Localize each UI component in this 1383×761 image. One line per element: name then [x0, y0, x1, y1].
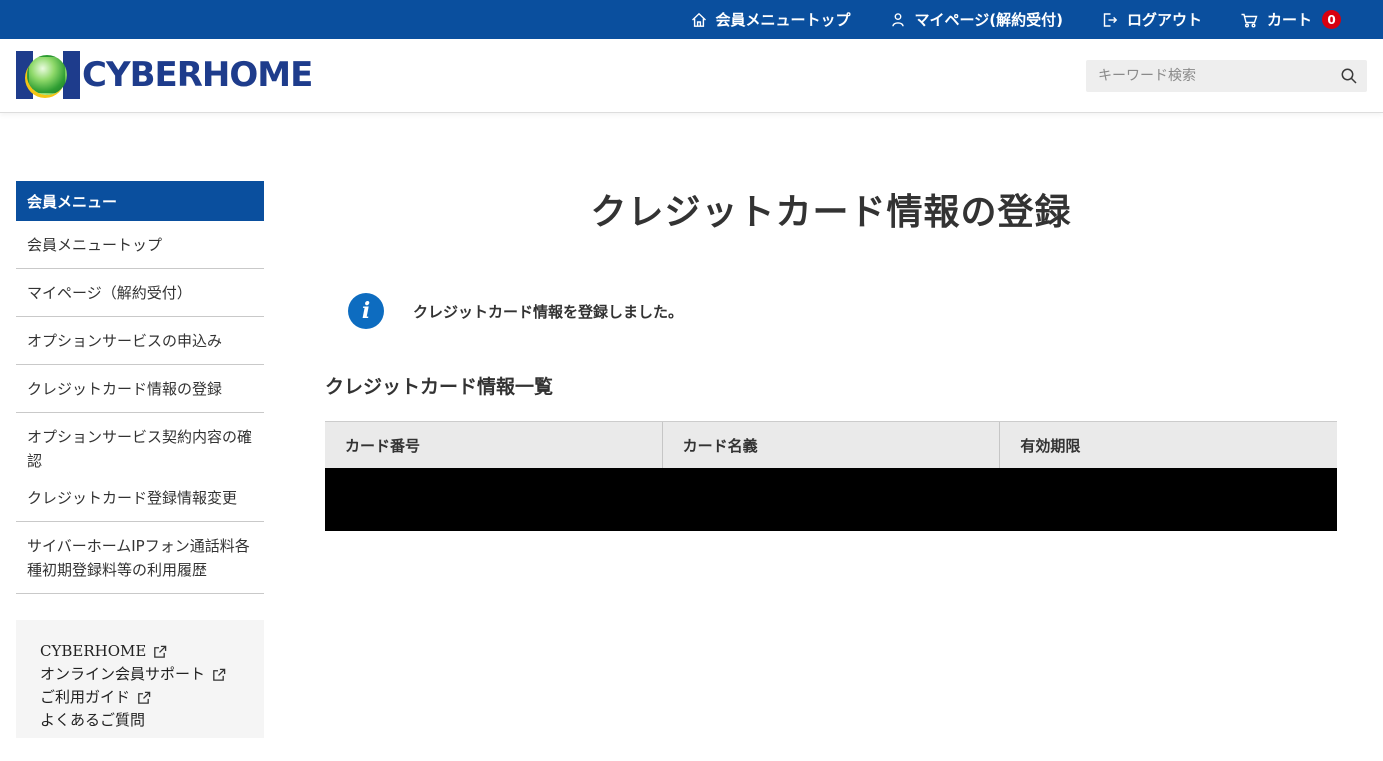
- logo-mark-icon: [16, 51, 80, 99]
- search-button[interactable]: [1331, 60, 1367, 92]
- column-header-card-holder: カード名義: [662, 422, 1000, 468]
- logout-icon: [1101, 11, 1119, 29]
- link-online-member-support[interactable]: オンライン会員サポート: [40, 663, 264, 686]
- credit-card-table: カード番号 カード名義 有効期限: [325, 421, 1337, 531]
- sidebar-item-credit-card-change[interactable]: クレジットカード登録情報変更: [16, 474, 264, 522]
- nav-label: マイページ(解約受付): [915, 9, 1063, 30]
- main-content: クレジットカード情報の登録 i クレジットカード情報を登録しました。 クレジット…: [325, 160, 1337, 531]
- notice-text: クレジットカード情報を登録しました。: [413, 301, 683, 322]
- sidebar-item-credit-card-register[interactable]: クレジットカード情報の登録: [16, 365, 264, 413]
- link-user-guide[interactable]: ご利用ガイド: [40, 686, 264, 709]
- nav-cart[interactable]: カート 0: [1240, 9, 1341, 30]
- redacted-table-row: [325, 468, 1337, 531]
- site-header: CYBERHOME: [0, 39, 1383, 113]
- nav-logout[interactable]: ログアウト: [1101, 9, 1202, 30]
- info-icon: i: [348, 293, 384, 329]
- cyberhome-logo[interactable]: CYBERHOME: [16, 51, 312, 99]
- nav-my-page[interactable]: マイページ(解約受付): [889, 9, 1063, 30]
- column-header-card-number: カード番号: [325, 422, 662, 468]
- search-input[interactable]: [1086, 60, 1331, 92]
- logo-text: CYBERHOME: [82, 55, 312, 95]
- sidebar-item-option-service-apply[interactable]: オプションサービスの申込み: [16, 317, 264, 365]
- keyword-search-box: [1086, 60, 1367, 92]
- link-label: オンライン会員サポート: [40, 663, 205, 686]
- external-link-icon: [152, 644, 167, 659]
- nav-member-menu-top[interactable]: 会員メニュートップ: [690, 9, 851, 30]
- link-label: よくあるご質問: [40, 709, 145, 732]
- nav-label: ログアウト: [1127, 9, 1202, 30]
- nav-label: カート: [1267, 9, 1312, 30]
- link-cyberhome[interactable]: CYBERHOME: [40, 640, 264, 663]
- home-icon: [690, 11, 708, 29]
- link-label: CYBERHOME: [40, 640, 146, 663]
- sidebar-item-member-menu-top[interactable]: 会員メニュートップ: [16, 221, 264, 269]
- page-title: クレジットカード情報の登録: [325, 183, 1337, 235]
- link-faq[interactable]: よくあるご質問: [40, 709, 264, 732]
- link-label: ご利用ガイド: [40, 686, 130, 709]
- external-link-icon: [136, 690, 151, 705]
- table-header-row: カード番号 カード名義 有効期限: [325, 422, 1337, 468]
- cart-count-badge: 0: [1322, 10, 1341, 29]
- user-icon: [889, 11, 907, 29]
- sidebar-links-box: CYBERHOME オンライン会員サポート ご利用ガイド よくあるご質問: [16, 620, 264, 738]
- member-menu-sidebar: 会員メニュー 会員メニュートップ マイページ（解約受付） オプションサービスの申…: [16, 181, 264, 594]
- external-link-icon: [211, 667, 226, 682]
- cart-icon: [1240, 11, 1259, 29]
- sidebar-item-option-contract-confirm[interactable]: オプションサービス契約内容の確認: [16, 413, 264, 474]
- sidebar-item-ip-phone-history[interactable]: サイバーホームIPフォン通話料各種初期登録料等の利用履歴: [16, 522, 264, 594]
- page: 会員メニュートップ マイページ(解約受付) ログアウト カート 0: [0, 0, 1383, 761]
- sidebar-item-my-page[interactable]: マイページ（解約受付）: [16, 269, 264, 317]
- nav-label: 会員メニュートップ: [716, 9, 851, 30]
- search-icon: [1340, 67, 1358, 85]
- success-notice: i クレジットカード情報を登録しました。: [348, 293, 1337, 329]
- card-list-section-title: クレジットカード情報一覧: [325, 372, 1337, 399]
- top-navigation-bar: 会員メニュートップ マイページ(解約受付) ログアウト カート 0: [0, 0, 1383, 39]
- column-header-expiry: 有効期限: [999, 422, 1337, 468]
- sidebar-header: 会員メニュー: [16, 181, 264, 221]
